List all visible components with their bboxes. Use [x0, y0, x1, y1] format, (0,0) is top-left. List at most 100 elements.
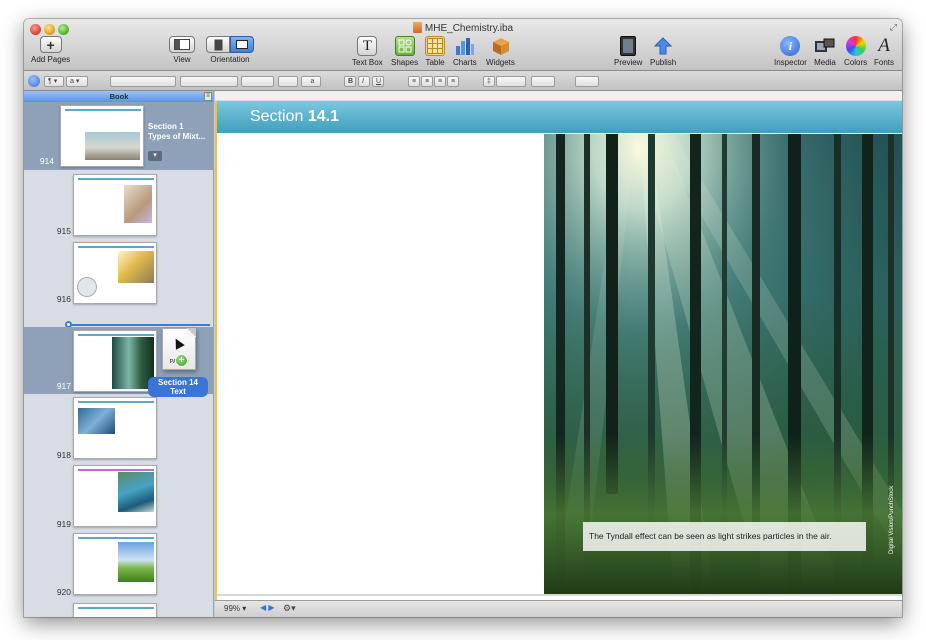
bold-button[interactable]: B [344, 76, 356, 87]
section-header-bar[interactable]: Section 14.1 [217, 101, 902, 133]
colors-button[interactable]: Colors [844, 36, 867, 67]
page-row-919[interactable]: 919 [24, 462, 213, 530]
page-row-915[interactable]: 915 [24, 171, 213, 239]
status-bar: 99% ▾ ◀ ▶ ⚙▾ [215, 600, 902, 617]
character-style-menu[interactable]: a ▾ [66, 76, 88, 87]
section-collapse-button[interactable]: ▾ [148, 151, 162, 161]
media-icon [814, 36, 836, 56]
table-button[interactable]: Table [425, 36, 445, 67]
photo-credit: Digital Vision/PunchStock [889, 485, 895, 554]
justify-button[interactable]: ≡ [447, 76, 459, 87]
thumb-header [78, 469, 154, 471]
portrait-icon[interactable] [206, 36, 230, 53]
page-row-916[interactable]: 916 [24, 239, 213, 307]
thumb-header [78, 537, 154, 539]
fullscreen-icon[interactable]: ⤢ [890, 22, 897, 33]
fonts-button[interactable]: A Fonts [874, 35, 894, 67]
format-bar: ¶ ▾ a ▾ a B I U ≡ ≡ ≡ ≡ ‡ [24, 71, 902, 91]
font-weight-menu[interactable] [180, 76, 238, 87]
title-toolbar: MHE_Chemistry.iba ⤢ + Add Pages View Ori… [24, 19, 902, 71]
ipad-icon [620, 36, 637, 56]
app-window: MHE_Chemistry.iba ⤢ + Add Pages View Ori… [24, 19, 902, 617]
text-box-button[interactable]: T Text Box [352, 36, 383, 67]
thumb-header [78, 401, 154, 403]
book-page: Section 14.1 The Tyndall effect can be s… [215, 101, 902, 600]
charts-icon [454, 36, 476, 56]
page-canvas[interactable]: Section 14.1 The Tyndall effect can be s… [215, 91, 902, 600]
line-spacing-menu[interactable] [496, 76, 526, 87]
page-nav-arrows[interactable]: ◀ ▶ [260, 603, 275, 612]
thumb-diagram [77, 277, 97, 297]
thumb-header [78, 246, 154, 248]
widgets-button[interactable]: Widgets [486, 36, 515, 67]
page-thumbnail[interactable] [73, 174, 157, 236]
page-thumbnail-partial[interactable] [73, 603, 157, 617]
page-row-914[interactable]: 914 Section 1 Types of Mixt... ▾ [24, 102, 213, 170]
forest-photo[interactable]: The Tyndall effect can be seen as light … [544, 134, 902, 594]
thumb-photo [118, 251, 154, 283]
line-spacing-button[interactable]: ‡ [483, 76, 495, 87]
view-icon [169, 36, 195, 53]
plus-icon: + [39, 36, 62, 53]
view-button[interactable]: View [169, 36, 195, 64]
gear-icon[interactable]: ⚙▾ [283, 603, 296, 614]
align-left-button[interactable]: ≡ [408, 76, 420, 87]
page-thumbnail[interactable] [73, 330, 157, 392]
color-wheel-icon [845, 36, 866, 56]
fonts-icon: A [878, 35, 890, 56]
thumb-header [78, 178, 154, 180]
thumb-header [78, 607, 154, 609]
landscape-icon[interactable] [230, 36, 254, 53]
zoom-menu[interactable]: 99% ▾ [224, 604, 246, 613]
page-row-918[interactable]: 918 [24, 394, 213, 462]
publish-button[interactable]: Publish [650, 36, 676, 67]
thumb-photo [124, 185, 152, 223]
page-fold-corner [187, 328, 196, 337]
ipad-screen [623, 39, 634, 53]
canvas-top-strip [215, 91, 902, 101]
inspector-button[interactable]: i Inspector [774, 36, 807, 67]
font-family-menu[interactable] [110, 76, 176, 87]
charts-button[interactable]: Charts [453, 36, 477, 67]
align-right-button[interactable]: ≡ [434, 76, 446, 87]
highlight-color-well[interactable]: a [301, 76, 321, 87]
paragraph-style-menu[interactable]: ¶ ▾ [44, 76, 64, 87]
orientation-control[interactable]: Orientation [206, 36, 254, 64]
section-title[interactable]: Section 14.1 [250, 108, 339, 126]
sidebar-menu-icon[interactable]: ≡ [204, 92, 212, 101]
widgets-icon [489, 36, 511, 56]
preview-button[interactable]: Preview [614, 36, 642, 67]
orientation-segmented [206, 36, 254, 53]
photo-caption[interactable]: The Tyndall effect can be seen as light … [583, 522, 866, 551]
italic-button[interactable]: I [358, 76, 370, 87]
speaker-icon[interactable] [28, 75, 40, 87]
font-size-field[interactable] [241, 76, 274, 87]
add-pages-button[interactable]: + Add Pages [31, 36, 70, 64]
window-title: MHE_Chemistry.iba [24, 22, 902, 34]
page-thumbnail[interactable] [60, 105, 144, 167]
shapes-icon [394, 36, 415, 56]
section-label: Section 1 Types of Mixt... [148, 122, 206, 141]
list-style-menu[interactable] [575, 76, 599, 87]
text-color-well[interactable] [278, 76, 298, 87]
page-bottom-edge [217, 594, 902, 596]
media-button[interactable]: Media [814, 36, 836, 67]
drop-insertion-line [68, 324, 210, 326]
text-box-icon: T [357, 36, 378, 56]
page-thumbnail[interactable] [73, 465, 157, 527]
thumb-photo [85, 132, 140, 160]
align-center-button[interactable]: ≡ [421, 76, 433, 87]
inspector-icon: i [780, 36, 801, 56]
page-thumbnail[interactable] [73, 242, 157, 304]
sidebar-header: Book [24, 91, 213, 102]
shapes-button[interactable]: Shapes [391, 36, 418, 67]
page-thumbnail[interactable] [73, 533, 157, 595]
page-row-920[interactable]: 920 [24, 530, 213, 598]
underline-button[interactable]: U [372, 76, 384, 87]
thumb-header [78, 334, 154, 336]
thumb-photo [118, 542, 154, 582]
thumb-photo [78, 408, 115, 434]
document-icon [412, 22, 422, 33]
columns-menu[interactable] [531, 76, 555, 87]
page-thumbnail[interactable] [73, 397, 157, 459]
